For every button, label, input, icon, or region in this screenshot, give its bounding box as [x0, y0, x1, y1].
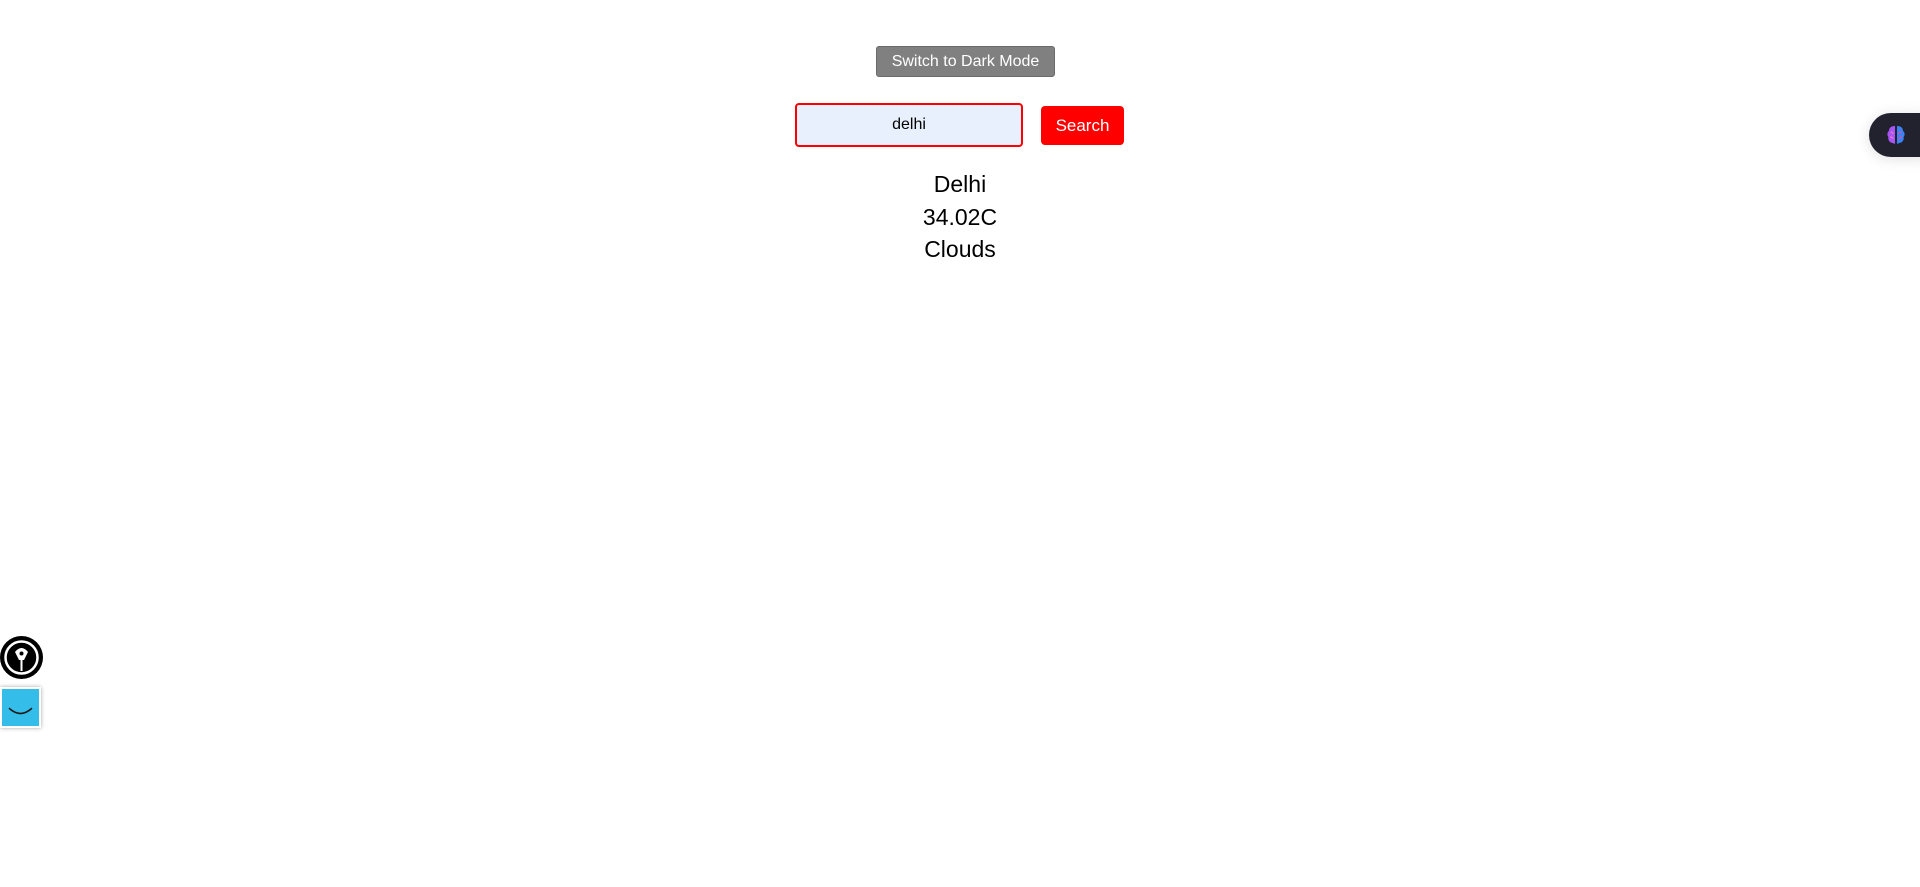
- weather-condition: Clouds: [924, 236, 996, 262]
- feedback-widget[interactable]: [0, 687, 41, 728]
- weather-app: Switch to Dark Mode Search Delhi 34.02C …: [0, 0, 1920, 887]
- brain-icon: [1887, 126, 1905, 144]
- smile-face-icon: [8, 707, 33, 715]
- dark-mode-toggle-button[interactable]: Switch to Dark Mode: [876, 46, 1055, 77]
- weather-result: Delhi 34.02C Clouds: [860, 168, 1060, 266]
- temperature: 34.02C: [922, 203, 998, 230]
- city-name: Delhi: [933, 171, 987, 197]
- ai-assistant-widget[interactable]: [1869, 113, 1920, 157]
- search-button[interactable]: Search: [1041, 106, 1124, 145]
- pen-tool-widget[interactable]: [0, 636, 43, 679]
- city-search-input[interactable]: [795, 103, 1023, 147]
- pen-nib-icon: [4, 640, 39, 675]
